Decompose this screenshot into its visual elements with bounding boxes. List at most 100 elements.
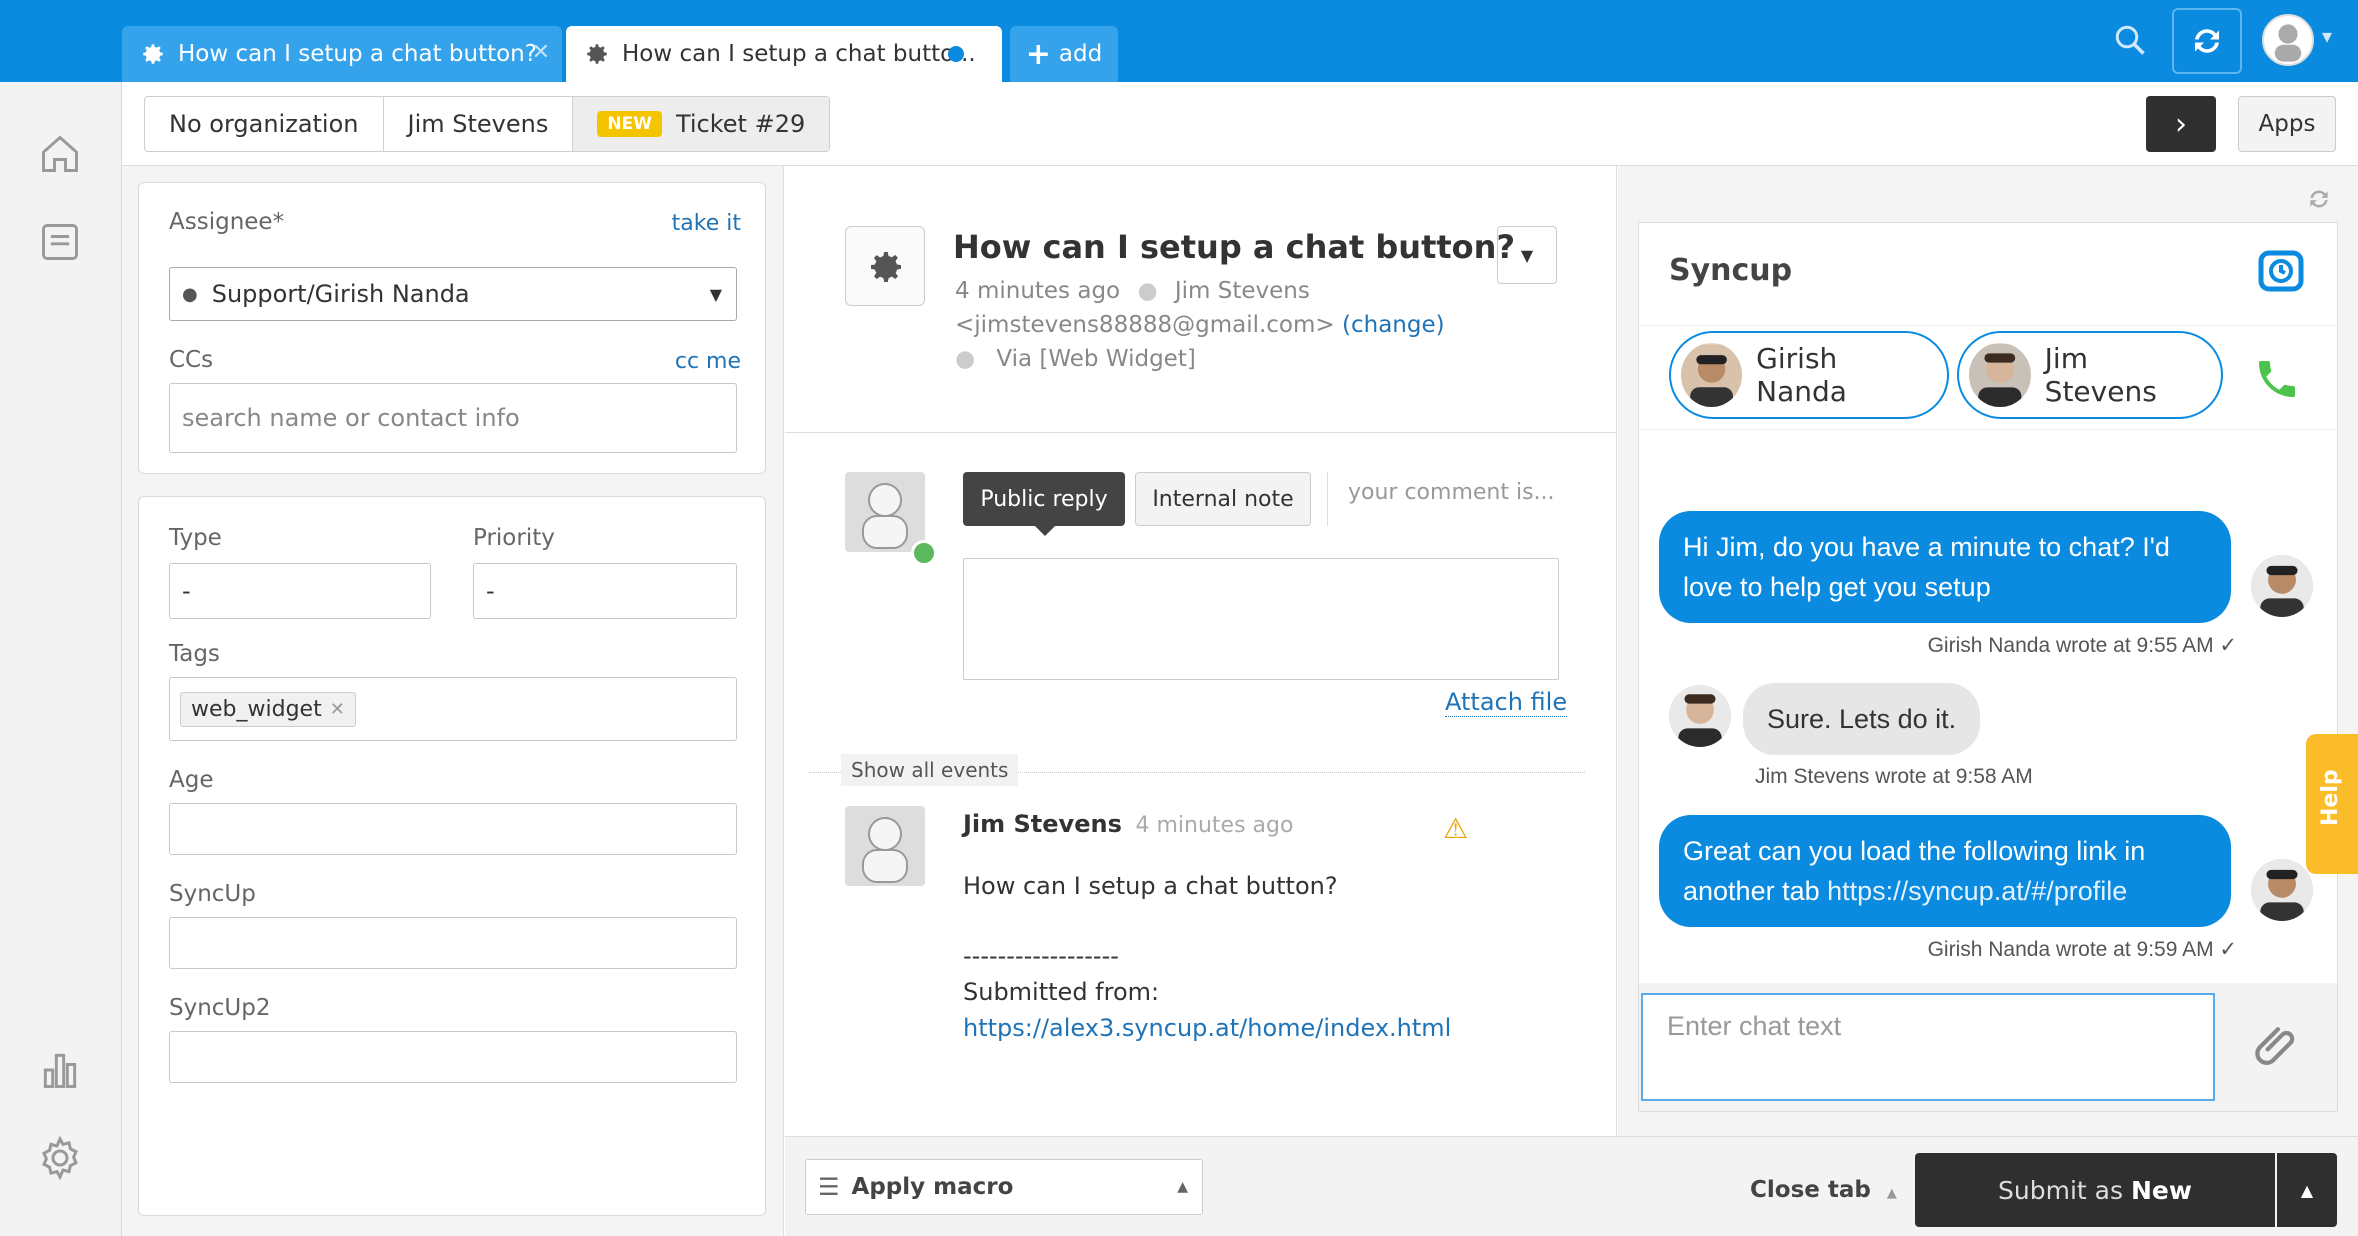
chat-input[interactable]: Enter chat text [1641,993,2215,1101]
apps-button[interactable]: Apps [2238,96,2336,152]
chat-meta: Jim Stevens wrote at 9:58 AM [1755,765,2033,788]
priority-label: Priority [473,525,555,551]
assignee-value: Support/Girish Nanda [211,280,470,308]
attach-file-link[interactable]: Attach file [1445,688,1568,717]
age-input[interactable] [169,803,737,855]
priority-value: - [486,577,495,605]
user-avatar[interactable] [2262,14,2314,66]
syncup-app: Syncup Girish Nanda Jim Stevens Hi Jim, … [1638,222,2338,1112]
crumb-ticket-label: Ticket #29 [675,110,806,138]
priority-select[interactable]: - [473,563,737,619]
submit-options-button[interactable]: ▲ [2277,1153,2337,1227]
close-tab-button[interactable]: Close tab ▲ [1750,1177,1897,1203]
dropdown-arrow-icon: ▼ [709,284,722,304]
list-icon: ☰ [818,1173,840,1201]
agent-avatar [845,472,925,552]
phone-icon[interactable] [2253,355,2301,403]
ticket-via: Via [Web Widget] [996,346,1196,372]
tags-input[interactable]: web_widget ✕ [169,677,737,741]
caret-up-icon: ▲ [1177,1179,1188,1195]
gear-icon [587,44,607,64]
close-icon[interactable]: ✕ [532,40,550,65]
tab-label: How can I setup a chat button? [178,41,537,67]
tab-label: How can I setup a chat butto... [622,41,976,67]
tab-ticket-2[interactable]: How can I setup a chat butto... [566,26,1002,82]
ticket-requester: Jim Stevens [1174,278,1310,304]
chat-message-agent: Hi Jim, do you have a minute to chat? I'… [1659,511,2231,623]
warning-icon[interactable]: ⚠ [1443,812,1468,845]
reporting-icon[interactable] [38,1048,82,1092]
type-select[interactable]: - [169,563,431,619]
syncup-input[interactable] [169,917,737,969]
tab-pointer [1033,524,1057,536]
tab-ticket-1[interactable]: How can I setup a chat button? ✕ [122,26,562,82]
conversation-panel: How can I setup a chat button? ▼ 4 minut… [785,166,1617,1136]
next-button[interactable]: › [2146,96,2216,152]
caret-up-icon: ▲ [2300,1180,2314,1200]
ticket-icon [845,226,925,306]
add-label: add [1058,41,1103,67]
help-widget-tab[interactable]: Help [2306,734,2358,874]
status-badge: NEW [597,111,662,137]
crumb-organization[interactable]: No organization [145,97,384,151]
chat-link[interactable]: https://syncup.at/#/profile [1827,876,2127,906]
take-it-link[interactable]: take it [672,211,741,236]
tag-chip: web_widget ✕ [180,691,356,727]
macro-label: Apply macro [851,1174,1014,1200]
chevron-down-icon[interactable]: ▾ [2322,24,2332,48]
cc-me-link[interactable]: cc me [675,349,741,374]
unsaved-dot [948,46,964,62]
customer-chat-avatar [1669,685,1731,747]
sync-button[interactable] [2172,8,2242,74]
add-tab-button[interactable]: + add [1010,26,1118,82]
ticket-title: How can I setup a chat button? [953,228,1515,266]
customer-pill[interactable]: Jim Stevens [1957,331,2223,419]
event-link[interactable]: https://alex3.syncup.at/home/index.html [963,1010,1451,1046]
cc-placeholder: search name or contact info [182,404,520,432]
agent-chat-avatar [2251,555,2313,617]
chevron-right-icon: › [2175,106,2187,142]
requester-avatar [845,806,925,886]
show-all-events-button[interactable]: Show all events [841,754,1019,786]
internal-note-tab[interactable]: Internal note [1135,472,1311,526]
syncup2-input[interactable] [169,1031,737,1083]
home-icon[interactable] [38,132,82,176]
event-submitted: Submitted from: [963,978,1160,1006]
comment-hint: your comment is... [1348,480,1555,505]
crumb-organization-label: No organization [169,110,359,138]
crumb-ticket[interactable]: NEW Ticket #29 [573,97,830,151]
crumb-requester[interactable]: Jim Stevens [383,97,574,151]
remove-tag-icon[interactable]: ✕ [330,699,345,720]
cc-input[interactable]: search name or contact info [169,383,737,453]
caret-down-icon: ▼ [1520,245,1534,265]
views-icon[interactable] [38,220,82,264]
agent-photo [1681,343,1743,407]
submit-button[interactable]: Submit as New [1915,1153,2275,1227]
online-status-icon [911,540,937,566]
assignee-select[interactable]: ● Support/Girish Nanda ▼ [169,267,737,321]
ticket-options-button[interactable]: ▼ [1497,226,1557,284]
settings-icon[interactable] [36,1134,84,1182]
agent-pill[interactable]: Girish Nanda [1669,331,1949,419]
chat-meta: Girish Nanda wrote at 9:55 AM ✓ [1927,634,2237,657]
syncup-logo-icon [2257,245,2305,297]
comment-textarea[interactable] [963,558,1559,680]
event-header: Jim Stevens 4 minutes ago [963,810,1293,838]
crumb-requester-label: Jim Stevens [407,110,549,138]
type-label: Type [169,525,222,551]
type-value: - [182,577,191,605]
close-tab-label: Close tab [1750,1177,1871,1203]
assignee-label: Assignee* [169,209,285,235]
public-reply-tab[interactable]: Public reply [963,472,1125,526]
chat-text: Sure. Lets do it. [1767,704,1957,734]
apply-macro-select[interactable]: ☰ Apply macro ▲ [805,1159,1203,1215]
person-icon: ● [182,283,198,305]
search-icon[interactable] [2112,22,2148,58]
customer-photo [1969,343,2031,407]
change-link[interactable]: (change) [1342,312,1445,338]
event-time: 4 minutes ago [1135,813,1294,838]
left-nav [0,82,122,1236]
divider [1639,429,2337,430]
paperclip-icon[interactable] [2249,1019,2305,1075]
reload-app-icon[interactable] [2306,186,2332,212]
